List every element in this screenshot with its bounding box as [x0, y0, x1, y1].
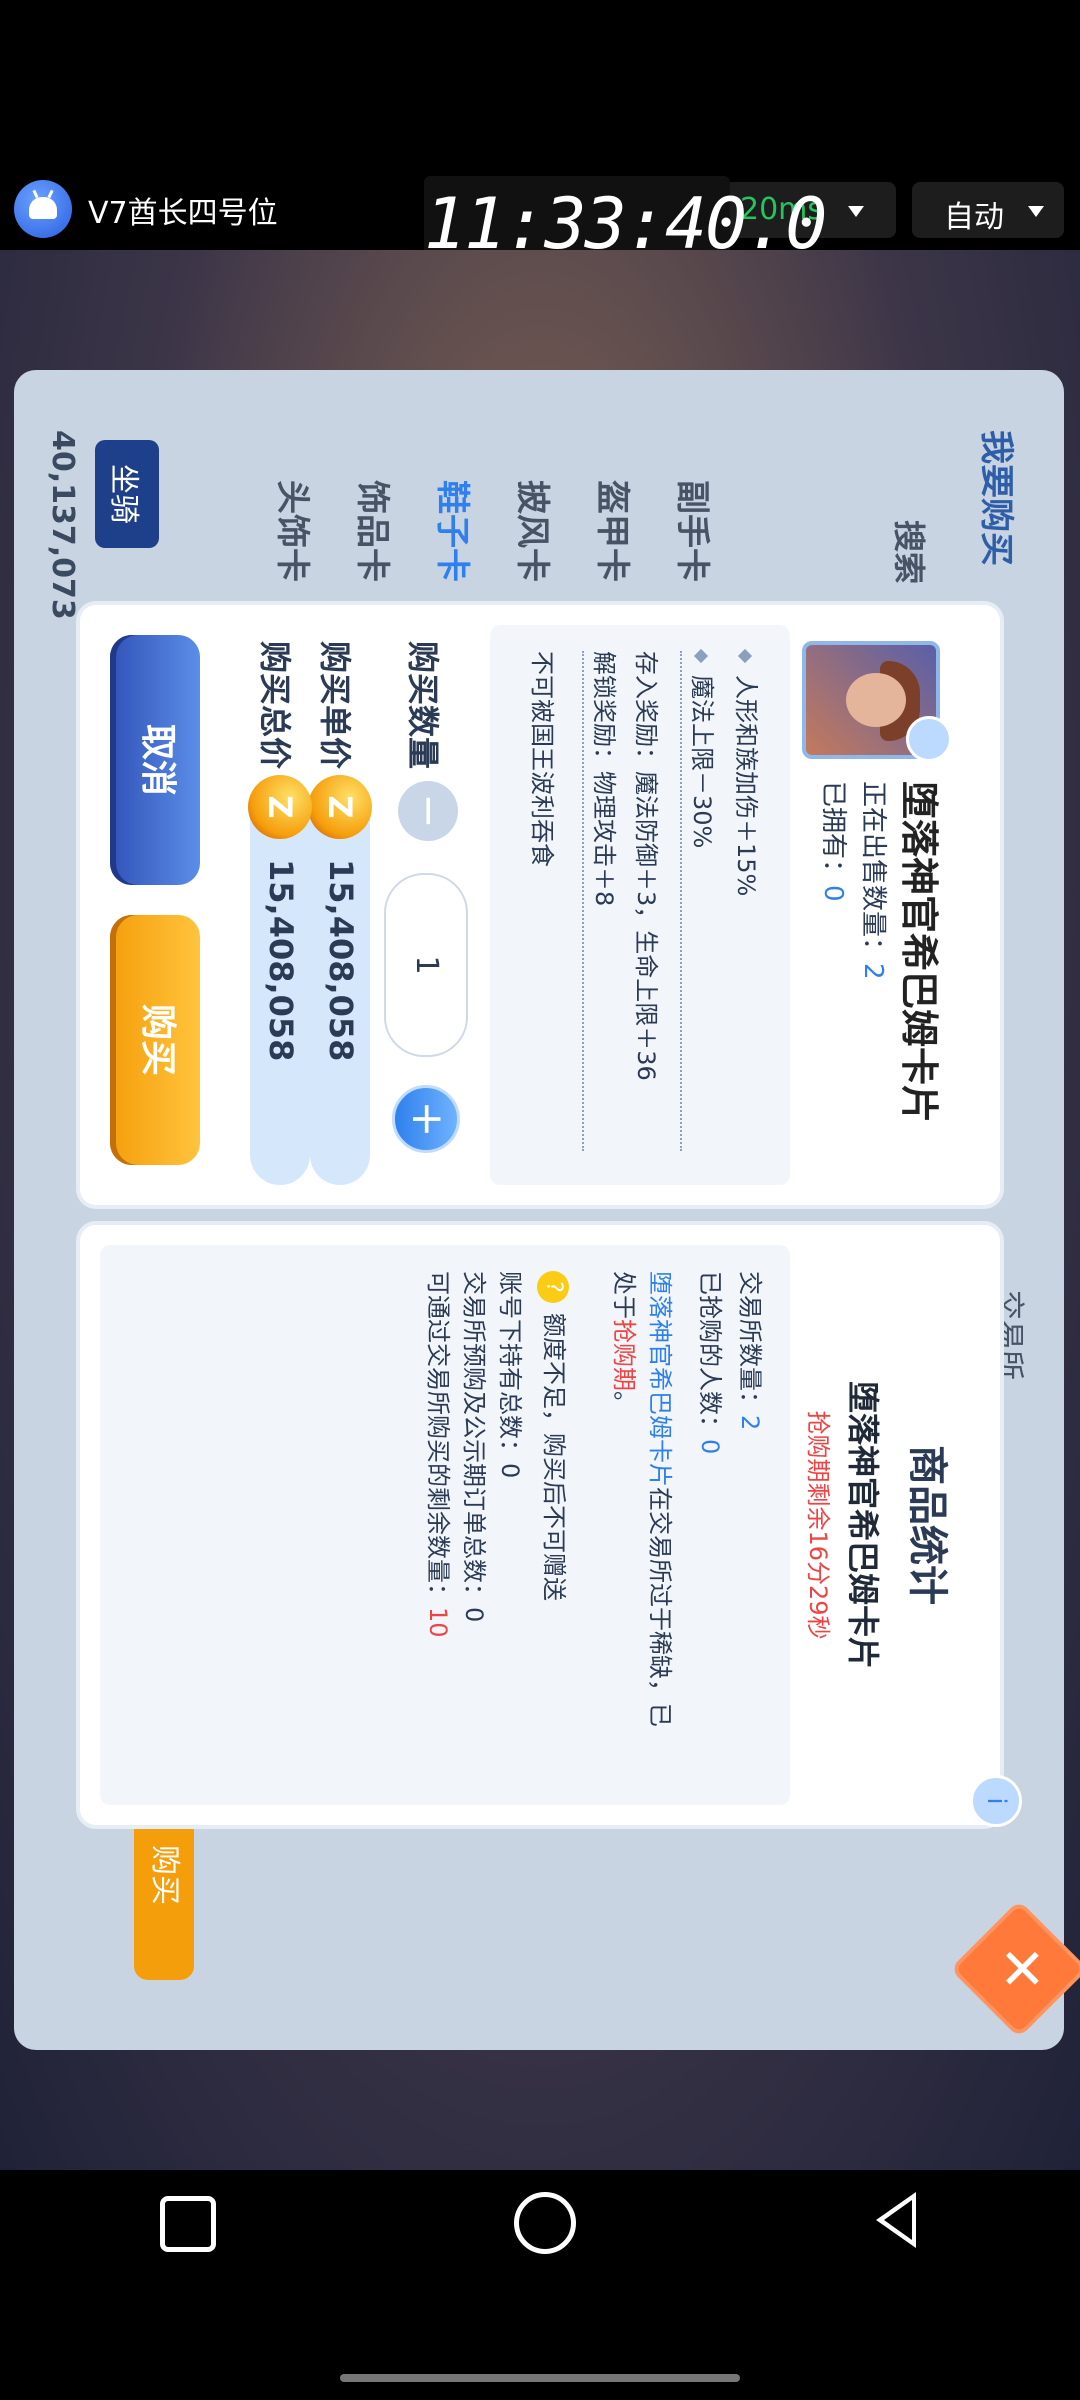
- home-button[interactable]: [514, 2192, 576, 2254]
- buy-tab[interactable]: 我要购买: [975, 430, 1024, 566]
- buyers-label: 已抢购的人数：: [696, 1271, 724, 1439]
- diamond-bullet-icon: [737, 648, 753, 664]
- deposit-reward: 存入奖励：魔法防御＋3，生命上限＋36: [632, 651, 660, 1081]
- mode-dropdown[interactable]: 自动: [912, 182, 1064, 238]
- buyers-count: 0: [696, 1439, 724, 1455]
- divider: [582, 651, 584, 1151]
- unit-price-value: 15,408,058: [322, 859, 360, 1062]
- decrease-quantity-button[interactable]: −: [398, 781, 458, 841]
- effect-text: 魔法上限－30%: [688, 675, 716, 849]
- scarce-text: 在交易所过于稀缺，已: [646, 1487, 674, 1727]
- landscape-ui: 我要购买 搜索 交易所 坐骑 购买 副手卡 盔甲卡 披风卡 鞋子卡 饰品卡 头饰…: [0, 250, 1080, 2170]
- stats-item-name: 堕落神官希巴姆卡片: [844, 1380, 882, 1669]
- coin-balance: 40,137,073: [20, 430, 80, 790]
- mount-tab[interactable]: 坐骑: [95, 440, 159, 548]
- selling-count: 2: [858, 963, 888, 980]
- selling-count-row: 正在出售数量：2: [857, 781, 894, 980]
- remaining-label: 可通过交易所购买的剩余数量：: [424, 1271, 452, 1607]
- divider: [680, 651, 682, 1151]
- effect-row: 人形和族加伤＋15%: [731, 648, 766, 897]
- unit-price-label: 购买单价: [316, 641, 354, 770]
- effect-row: 魔法上限－30%: [687, 648, 722, 849]
- exchange-count-label: 交易所数量：: [736, 1271, 764, 1415]
- side-item-2[interactable]: 披风卡: [511, 480, 560, 582]
- gesture-bar: [340, 2374, 740, 2382]
- scarce-line-1: 堕落神官希巴姆卡片在交易所过于稀缺，已: [645, 1271, 680, 1727]
- total-price-label: 购买总价: [256, 641, 294, 770]
- card-badge-icon: [906, 716, 952, 762]
- side-item-4[interactable]: 饰品卡: [351, 480, 400, 582]
- search-label[interactable]: 搜索: [888, 520, 934, 584]
- info-button[interactable]: i: [970, 1775, 1022, 1827]
- purchase-dialog: 堕落神官希巴姆卡片 正在出售数量：2 已拥有：0 人形和族加伤＋15% 魔法上限…: [80, 605, 1000, 1205]
- warning-text: 额度不足，购买后不可赠送: [540, 1313, 568, 1601]
- zeny-coin-icon: Z: [248, 775, 312, 839]
- mode-value: 自动: [944, 200, 1004, 235]
- question-icon: ?: [537, 1271, 569, 1303]
- unlock-reward: 解锁奖励：物理攻击＋8: [590, 651, 618, 907]
- remaining-count: 10: [424, 1607, 452, 1638]
- android-app-icon: [14, 180, 72, 238]
- side-item-5[interactable]: 头饰卡: [271, 480, 320, 582]
- quantity-field[interactable]: 1: [384, 873, 468, 1057]
- warning-row: ? 额度不足，购买后不可赠送: [537, 1271, 574, 1601]
- game-screen: 我要购买 搜索 交易所 坐骑 购买 副手卡 盔甲卡 披风卡 鞋子卡 饰品卡 头饰…: [0, 250, 1080, 2170]
- scarce-line-2: 处于抢购期。: [609, 1271, 644, 1415]
- side-item-3[interactable]: 鞋子卡: [431, 480, 480, 582]
- item-name: 堕落神官希巴姆卡片: [897, 781, 941, 1124]
- diamond-bullet-icon: [693, 648, 709, 664]
- increase-quantity-button[interactable]: +: [392, 1085, 460, 1153]
- owned-count: 0: [818, 885, 848, 902]
- side-item-1[interactable]: 盔甲卡: [591, 480, 640, 582]
- buyers-row: 已抢购的人数：0: [695, 1271, 730, 1454]
- total-price-bar: Z 15,408,058: [248, 775, 312, 1185]
- buy-button[interactable]: 购买: [110, 915, 200, 1165]
- stats-panel: i 商品统计 堕落神官希巴姆卡片 抢购期剩余16分29秒 交易所数量：2 已抢购…: [80, 1225, 1022, 1827]
- chevron-down-icon: [1028, 206, 1044, 217]
- coin-balance-value: 40,137,073: [45, 430, 80, 620]
- exchange-count: 2: [736, 1415, 764, 1431]
- stats-title: 商品统计: [904, 1445, 950, 1605]
- account-total: 账号下持有总数：0: [496, 1271, 524, 1479]
- owned-count-row: 已拥有：0: [817, 781, 854, 902]
- item-description: 人形和族加伤＋15% 魔法上限－30% 存入奖励：魔法防御＋3，生命上限＋36 …: [490, 625, 790, 1185]
- quantity-label: 购买数量: [404, 641, 442, 770]
- scarce-end: 。: [610, 1391, 638, 1415]
- total-price-value: 15,408,058: [262, 859, 300, 1062]
- remaining-row: 可通过交易所购买的剩余数量：10: [423, 1271, 458, 1638]
- side-item-0[interactable]: 副手卡: [671, 480, 720, 582]
- recents-button[interactable]: [160, 2196, 216, 2252]
- exchange-count-row: 交易所数量：2: [735, 1271, 770, 1430]
- preorder-total: 交易所预购及公示期订单总数：0: [460, 1271, 488, 1623]
- back-button[interactable]: [876, 2192, 916, 2248]
- zeny-coin-icon: Z: [308, 775, 372, 839]
- unit-price-bar: Z 15,408,058: [308, 775, 372, 1185]
- scarce-status: 抢购期: [610, 1319, 638, 1391]
- selling-label: 正在出售数量：: [858, 781, 888, 964]
- rush-countdown: 抢购期剩余16分29秒: [804, 1410, 832, 1640]
- item-note: 不可被国王波利吞食: [528, 651, 556, 867]
- cancel-button[interactable]: 取消: [110, 635, 200, 885]
- stats-box: 交易所数量：2 已抢购的人数：0 堕落神官希巴姆卡片在交易所过于稀缺，已 处于抢…: [100, 1245, 790, 1805]
- scarce-text-2: 处于: [610, 1271, 638, 1319]
- scarce-item-name: 堕落神官希巴姆卡片: [646, 1271, 674, 1487]
- close-icon: ✕: [987, 1944, 1053, 1992]
- chevron-down-icon: [848, 206, 864, 217]
- app-name: V7酋长四号位: [88, 196, 278, 231]
- effect-text: 人形和族加伤＋15%: [732, 675, 760, 897]
- owned-label: 已拥有：: [818, 781, 848, 886]
